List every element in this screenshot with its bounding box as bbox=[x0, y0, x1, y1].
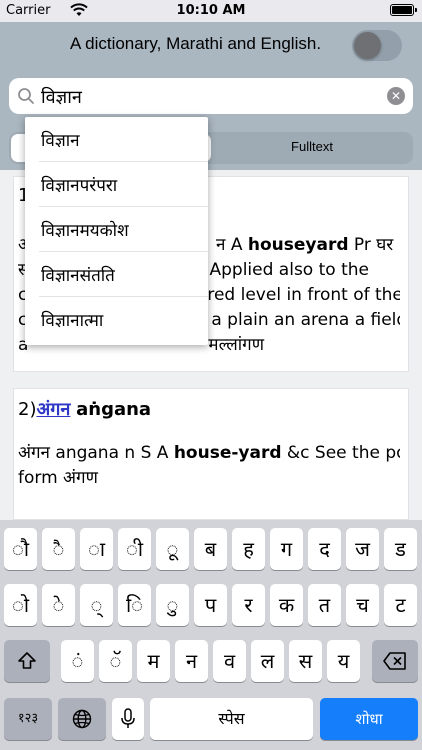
key[interactable]: ् bbox=[80, 584, 113, 626]
key[interactable]: ह bbox=[232, 528, 265, 570]
key[interactable]: ि bbox=[118, 584, 151, 626]
globe-key[interactable] bbox=[58, 698, 106, 740]
key[interactable]: ज bbox=[346, 528, 379, 570]
headword-link[interactable]: अंगन bbox=[36, 399, 70, 420]
clear-icon[interactable]: ✕ bbox=[387, 87, 405, 105]
key[interactable]: प bbox=[194, 584, 227, 626]
result-headword: 2)अंगन aṅgana bbox=[18, 397, 151, 421]
key[interactable]: ु bbox=[156, 584, 189, 626]
suggestion-item[interactable]: विज्ञान bbox=[25, 117, 208, 162]
suggestion-item[interactable]: विज्ञानमयकोश bbox=[25, 207, 208, 252]
key[interactable]: ं bbox=[61, 640, 94, 682]
key[interactable]: े bbox=[42, 584, 75, 626]
result-number: 2) bbox=[18, 399, 37, 420]
suggestion-item[interactable]: विज्ञानपरंपरा bbox=[25, 162, 208, 207]
dictation-key[interactable] bbox=[112, 698, 144, 740]
key[interactable]: ब bbox=[194, 528, 227, 570]
search-key[interactable]: शोधा bbox=[320, 698, 418, 740]
key[interactable]: ा bbox=[80, 528, 113, 570]
key[interactable]: र bbox=[232, 584, 265, 626]
suggestion-item[interactable]: विज्ञानसंतति bbox=[25, 252, 208, 297]
shift-key[interactable] bbox=[4, 640, 50, 682]
key[interactable]: ॅ bbox=[99, 640, 132, 682]
search-icon bbox=[18, 88, 34, 104]
globe-icon bbox=[72, 709, 92, 729]
app-header: A dictionary, Marathi and English. bbox=[0, 22, 422, 68]
definition-line: अंगन angana n S A house-yard &c See the … bbox=[18, 443, 400, 463]
headword-transliteration: aṅgana bbox=[76, 399, 152, 420]
key[interactable]: क bbox=[270, 584, 303, 626]
key[interactable]: त bbox=[308, 584, 341, 626]
space-key[interactable]: स्पेस bbox=[150, 698, 313, 740]
result-definition: अंगन angana n S A house-yard &c See the … bbox=[18, 441, 400, 491]
key[interactable]: ल bbox=[251, 640, 284, 682]
search-bar: विज्ञान ✕ bbox=[0, 68, 422, 124]
key[interactable]: ड bbox=[384, 528, 417, 570]
key[interactable]: ी bbox=[118, 528, 151, 570]
definition-line: form अंगण bbox=[18, 468, 98, 488]
battery-icon bbox=[390, 4, 417, 16]
search-input[interactable]: विज्ञान ✕ bbox=[9, 78, 413, 114]
key[interactable]: म bbox=[137, 640, 170, 682]
key[interactable]: द bbox=[308, 528, 341, 570]
result-card[interactable]: 2)अंगन aṅgana अंगन angana n S A house-ya… bbox=[13, 388, 409, 520]
key[interactable]: ौ bbox=[4, 528, 37, 570]
backspace-icon bbox=[383, 652, 406, 670]
language-toggle[interactable] bbox=[352, 30, 402, 61]
suggestion-dropdown: विज्ञान विज्ञानपरंपरा विज्ञानमयकोश विज्ञ… bbox=[25, 117, 208, 345]
app-title: A dictionary, Marathi and English. bbox=[70, 34, 322, 53]
key[interactable]: ै bbox=[42, 528, 75, 570]
key[interactable]: ट bbox=[384, 584, 417, 626]
key[interactable]: ो bbox=[4, 584, 37, 626]
clock: 10:10 AM bbox=[176, 3, 246, 18]
key[interactable]: ग bbox=[270, 528, 303, 570]
key[interactable]: व bbox=[213, 640, 246, 682]
toggle-knob bbox=[354, 32, 381, 59]
microphone-icon bbox=[121, 708, 135, 728]
search-value: विज्ञान bbox=[41, 87, 82, 107]
key[interactable]: य bbox=[327, 640, 360, 682]
key[interactable]: च bbox=[346, 584, 379, 626]
key[interactable]: न bbox=[175, 640, 208, 682]
numbers-key[interactable]: १२३ bbox=[4, 698, 52, 740]
suggestion-item[interactable]: विज्ञानात्मा bbox=[25, 297, 208, 342]
shift-icon bbox=[18, 652, 36, 669]
key[interactable]: स bbox=[289, 640, 322, 682]
keyboard: ौ ै ा ी ू ब ह ग द ज ड ो े ् ि ु प र क त … bbox=[0, 520, 422, 750]
segment-fulltext[interactable]: Fulltext bbox=[213, 139, 411, 154]
backspace-key[interactable] bbox=[372, 640, 418, 682]
key[interactable]: ू bbox=[156, 528, 189, 570]
status-bar: Carrier 10:10 AM bbox=[0, 0, 422, 22]
